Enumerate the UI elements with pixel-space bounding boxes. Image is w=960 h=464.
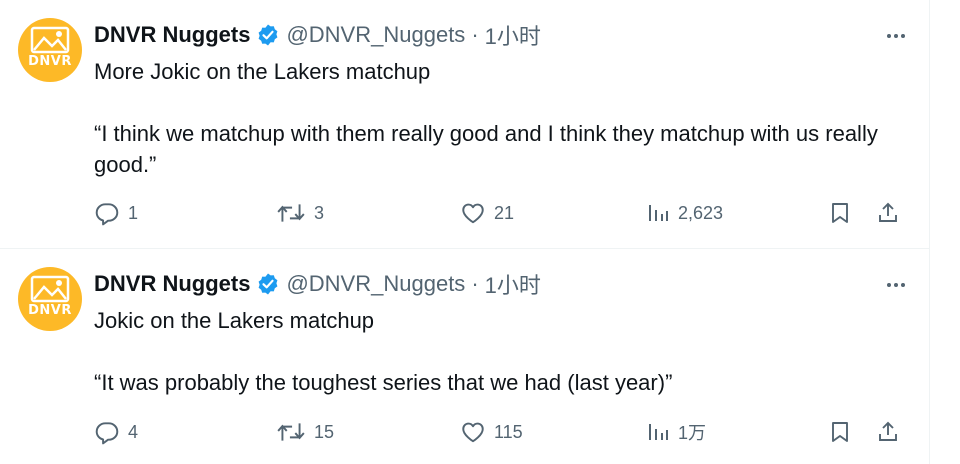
avatar[interactable]: DNVR xyxy=(18,267,82,331)
timestamp[interactable]: 1小时 xyxy=(485,19,541,51)
share-button[interactable] xyxy=(876,417,900,447)
views-count: 1万 xyxy=(678,423,707,443)
tweet-header: DNVR Nuggets @DNVR_Nuggets · 1小时 xyxy=(94,20,910,50)
like-count: 115 xyxy=(494,421,523,442)
tweet-actions: 4 15 115 1万 xyxy=(94,417,910,447)
reply-icon xyxy=(95,422,119,445)
tweet-text-line: “It was probably the toughest series tha… xyxy=(94,370,673,395)
views-icon xyxy=(649,424,668,440)
retweet-icon xyxy=(277,423,305,441)
separator-dot: · xyxy=(471,22,479,47)
tweet-text: Jokic on the Lakers matchup “It was prob… xyxy=(94,305,914,398)
retweet-count: 3 xyxy=(314,202,325,223)
reply-button[interactable]: 4 xyxy=(94,417,138,447)
tweet-text-line: Jokic on the Lakers matchup xyxy=(94,308,375,333)
author-handle[interactable]: @DNVR_Nuggets xyxy=(286,22,465,48)
bookmark-button[interactable] xyxy=(828,198,852,228)
tweet-text-line: “I think we matchup with them really goo… xyxy=(94,121,878,177)
views-button[interactable]: 2,623 xyxy=(646,198,723,228)
share-button[interactable] xyxy=(876,198,900,228)
timeline: DNVR DNVR Nuggets @DNVR_Nuggets · 1小时 Mo… xyxy=(0,0,930,464)
like-count: 21 xyxy=(494,202,515,223)
like-button[interactable]: 21 xyxy=(460,198,514,228)
tweet-header: DNVR Nuggets @DNVR_Nuggets · 1小时 xyxy=(94,269,910,299)
avatar-logo-text: DNVR xyxy=(28,54,72,69)
separator-dot: · xyxy=(471,271,479,296)
reply-count: 4 xyxy=(128,421,139,442)
share-icon xyxy=(879,202,897,222)
more-horizontal-icon[interactable] xyxy=(882,271,910,299)
avatar[interactable]: DNVR xyxy=(18,18,82,82)
tweet[interactable]: DNVR DNVR Nuggets @DNVR_Nuggets · 1小时 xyxy=(0,249,930,464)
share-icon xyxy=(879,421,897,441)
retweet-count: 15 xyxy=(314,421,335,442)
image-frame-icon xyxy=(30,275,70,303)
views-icon xyxy=(649,205,668,221)
author-name[interactable]: DNVR Nuggets xyxy=(94,22,250,48)
author-handle[interactable]: @DNVR_Nuggets xyxy=(286,271,465,297)
retweet-button[interactable]: 15 xyxy=(276,417,334,447)
views-count: 2,623 xyxy=(678,202,724,223)
reply-count: 1 xyxy=(128,202,139,223)
views-button[interactable]: 1万 xyxy=(646,417,706,447)
verified-badge-icon[interactable] xyxy=(256,272,280,296)
heart-icon xyxy=(462,203,484,224)
avatar-logo-text: DNVR xyxy=(28,303,72,318)
timestamp[interactable]: 1小时 xyxy=(485,268,541,300)
more-horizontal-icon[interactable] xyxy=(882,22,910,50)
tweet[interactable]: DNVR DNVR Nuggets @DNVR_Nuggets · 1小时 xyxy=(0,0,930,249)
author-name[interactable]: DNVR Nuggets xyxy=(94,271,250,297)
bookmark-icon xyxy=(832,203,848,223)
tweet-text: More Jokic on the Lakers matchup “I thin… xyxy=(94,56,914,180)
verified-badge-icon[interactable] xyxy=(256,23,280,47)
tweet-text-line: More Jokic on the Lakers matchup xyxy=(94,59,431,84)
reply-icon xyxy=(95,203,119,226)
retweet-button[interactable]: 3 xyxy=(276,198,324,228)
heart-icon xyxy=(462,422,484,443)
bookmark-icon xyxy=(832,422,848,442)
image-frame-icon xyxy=(30,26,70,54)
tweet-actions: 1 3 21 2,623 xyxy=(94,198,910,228)
bookmark-button[interactable] xyxy=(828,417,852,447)
retweet-icon xyxy=(277,204,305,222)
reply-button[interactable]: 1 xyxy=(94,198,138,228)
like-button[interactable]: 115 xyxy=(460,417,523,447)
